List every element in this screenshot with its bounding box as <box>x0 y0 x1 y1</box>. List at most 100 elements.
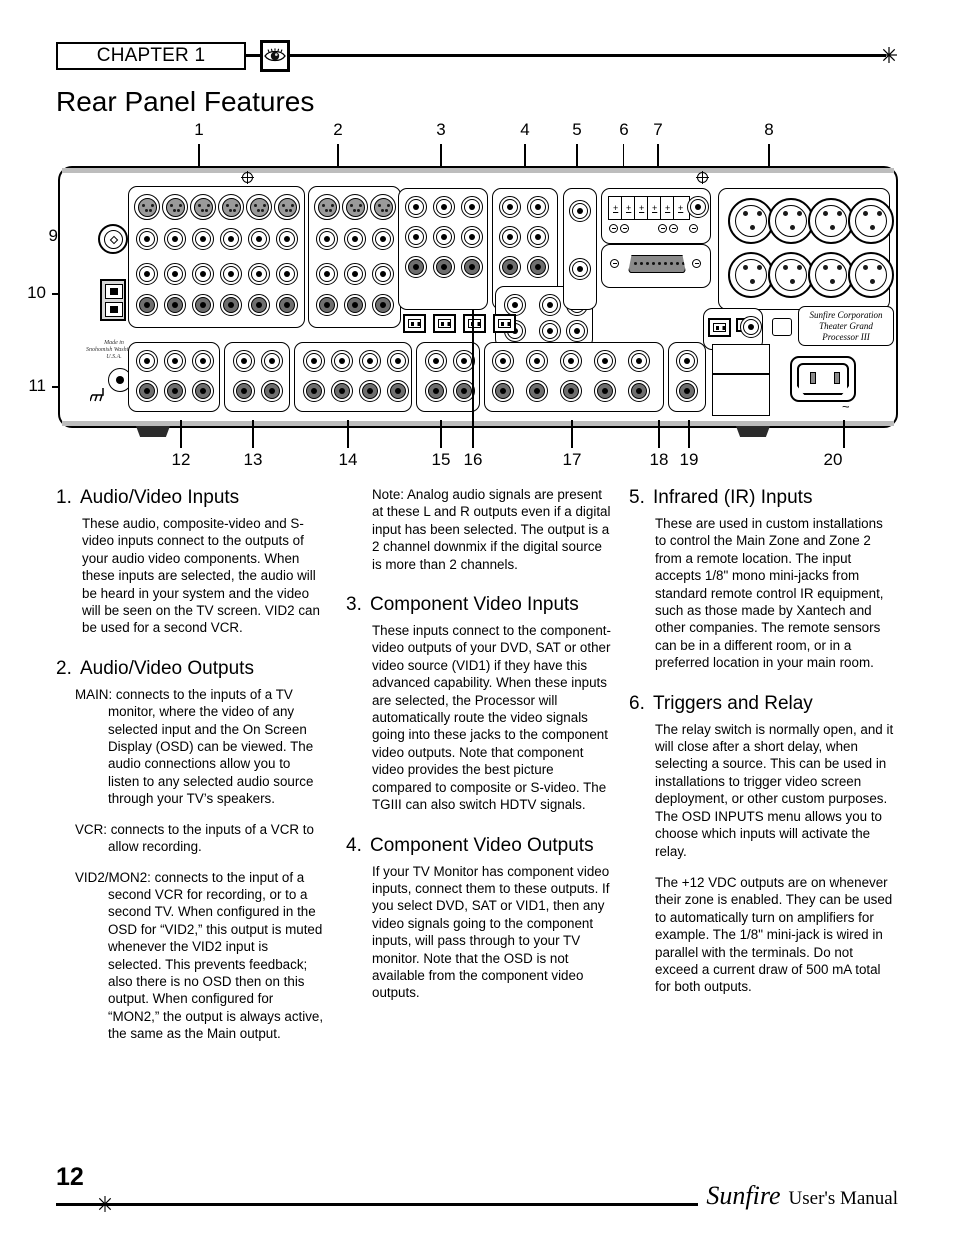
audio-out-left-jack[interactable] <box>425 350 447 372</box>
composite-video-jack[interactable] <box>248 228 270 250</box>
component-pr-jack[interactable] <box>499 256 521 278</box>
audio-out-right-jack[interactable] <box>425 380 447 402</box>
audio-left-jack[interactable] <box>220 263 242 285</box>
audio-right-jack[interactable] <box>248 294 270 316</box>
svideo-jack[interactable] <box>162 194 188 220</box>
composite-video-jack[interactable] <box>164 228 186 250</box>
composite-video-jack[interactable] <box>344 228 366 250</box>
bnc-connector[interactable] <box>98 224 128 254</box>
zone2-jack[interactable] <box>740 316 762 338</box>
switch-upper[interactable] <box>105 284 123 299</box>
xlr-output-jack[interactable] <box>848 252 894 298</box>
composite-video-jack[interactable] <box>220 228 242 250</box>
svideo-jack[interactable] <box>246 194 272 220</box>
audio-out-left-jack[interactable] <box>164 350 186 372</box>
audio-right-jack[interactable] <box>316 294 338 316</box>
audio-right-jack[interactable] <box>276 294 298 316</box>
optical-digital-jack[interactable] <box>403 314 426 333</box>
audio-out-right-jack[interactable] <box>164 380 186 402</box>
component-pb-jack[interactable] <box>433 226 455 248</box>
audio-out-right-jack[interactable] <box>136 380 158 402</box>
component-y-jack[interactable] <box>499 196 521 218</box>
audio-out-right-jack[interactable] <box>359 380 381 402</box>
audio-out-left-jack[interactable] <box>303 350 325 372</box>
audio-right-jack[interactable] <box>372 294 394 316</box>
composite-video-jack[interactable] <box>192 228 214 250</box>
audio-left-jack[interactable] <box>316 263 338 285</box>
component-out-y-jack[interactable] <box>504 294 526 316</box>
switch-lower[interactable] <box>105 302 123 317</box>
component-out-pb-jack[interactable] <box>539 320 561 342</box>
svideo-jack[interactable] <box>370 194 396 220</box>
preamp-out-jack[interactable] <box>594 350 616 372</box>
optical-digital-jack[interactable] <box>708 318 731 337</box>
component-pb-jack[interactable] <box>461 226 483 248</box>
switch-block[interactable] <box>100 279 126 321</box>
audio-right-jack[interactable] <box>220 294 242 316</box>
audio-out-right-jack[interactable] <box>233 380 255 402</box>
component-pb-jack[interactable] <box>405 226 427 248</box>
audio-out-left-jack[interactable] <box>331 350 353 372</box>
component-y-jack[interactable] <box>527 196 549 218</box>
preamp-out-jack[interactable] <box>526 380 548 402</box>
component-pb-jack[interactable] <box>499 226 521 248</box>
audio-out-left-jack[interactable] <box>261 350 283 372</box>
component-y-jack[interactable] <box>461 196 483 218</box>
preamp-out-jack[interactable] <box>526 350 548 372</box>
svideo-jack[interactable] <box>342 194 368 220</box>
component-pr-jack[interactable] <box>461 256 483 278</box>
preamp-out-jack[interactable] <box>492 380 514 402</box>
composite-video-jack[interactable] <box>372 228 394 250</box>
trigger-terminal-block[interactable]: + + + + + + <box>608 196 690 220</box>
svideo-jack[interactable] <box>190 194 216 220</box>
optical-digital-jack[interactable] <box>463 314 486 333</box>
component-y-jack[interactable] <box>433 196 455 218</box>
composite-video-jack[interactable] <box>276 228 298 250</box>
audio-left-jack[interactable] <box>192 263 214 285</box>
component-y-jack[interactable] <box>405 196 427 218</box>
xlr-output-jack[interactable] <box>848 198 894 244</box>
ir-input-jack[interactable] <box>569 258 591 280</box>
audio-left-jack[interactable] <box>164 263 186 285</box>
audio-left-jack[interactable] <box>276 263 298 285</box>
audio-left-jack[interactable] <box>344 263 366 285</box>
audio-left-jack[interactable] <box>372 263 394 285</box>
component-pb-jack[interactable] <box>527 226 549 248</box>
ac-power-inlet[interactable] <box>790 356 856 402</box>
component-out-pr-jack[interactable] <box>566 320 588 342</box>
optical-digital-jack[interactable] <box>493 314 516 333</box>
trigger-minijack[interactable] <box>687 196 709 218</box>
audio-out-right-jack[interactable] <box>192 380 214 402</box>
audio-out-left-jack[interactable] <box>192 350 214 372</box>
preamp-out-jack[interactable] <box>628 350 650 372</box>
audio-out-right-jack[interactable] <box>261 380 283 402</box>
component-pr-jack[interactable] <box>433 256 455 278</box>
preamp-out-jack[interactable] <box>560 350 582 372</box>
preamp-out-jack[interactable] <box>560 380 582 402</box>
ir-input-jack[interactable] <box>569 200 591 222</box>
rs232-db9-connector[interactable] <box>628 255 686 273</box>
audio-out-right-jack[interactable] <box>303 380 325 402</box>
composite-video-jack[interactable] <box>316 228 338 250</box>
audio-left-jack[interactable] <box>136 263 158 285</box>
composite-video-jack[interactable] <box>136 228 158 250</box>
audio-right-jack[interactable] <box>344 294 366 316</box>
preamp-out-jack[interactable] <box>594 380 616 402</box>
audio-out-right-jack[interactable] <box>331 380 353 402</box>
audio-left-jack[interactable] <box>248 263 270 285</box>
svideo-jack[interactable] <box>218 194 244 220</box>
preamp-out-jack[interactable] <box>492 350 514 372</box>
audio-out-left-jack[interactable] <box>387 350 409 372</box>
svideo-jack[interactable] <box>274 194 300 220</box>
svideo-jack[interactable] <box>134 194 160 220</box>
audio-out-left-jack[interactable] <box>233 350 255 372</box>
audio-out-left-jack[interactable] <box>136 350 158 372</box>
svideo-jack[interactable] <box>314 194 340 220</box>
component-out-pb-jack[interactable] <box>539 294 561 316</box>
optical-digital-jack[interactable] <box>433 314 456 333</box>
subwoofer-out-jack[interactable] <box>676 380 698 402</box>
preamp-out-jack[interactable] <box>628 380 650 402</box>
subwoofer-out-jack[interactable] <box>676 350 698 372</box>
audio-right-jack[interactable] <box>136 294 158 316</box>
component-pr-jack[interactable] <box>405 256 427 278</box>
